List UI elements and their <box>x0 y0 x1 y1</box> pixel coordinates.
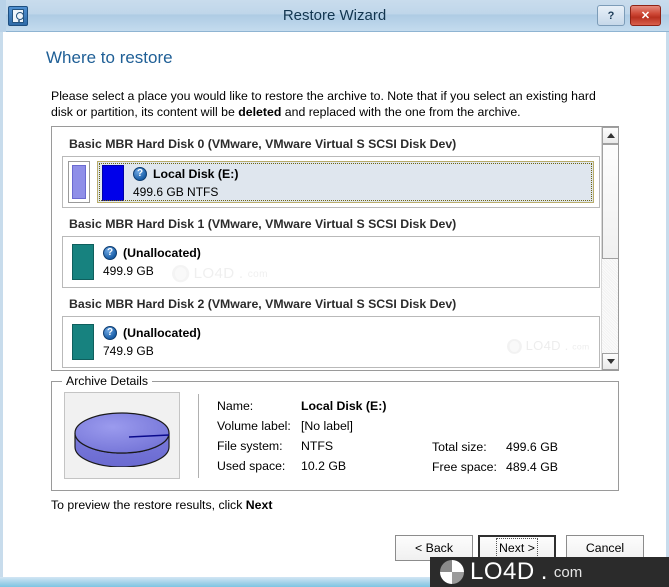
partition-name: (Unallocated) <box>123 246 201 260</box>
partition-name-row: ? Local Disk (E:) <box>133 165 589 183</box>
partition-color-swatch <box>102 165 124 201</box>
disk-mini-map <box>68 161 90 203</box>
partition-info: ? (Unallocated) 749.9 GB <box>103 324 590 360</box>
page-title: Where to restore <box>46 48 173 67</box>
disk-group: Basic MBR Hard Disk 2 (VMware, VMware Vi… <box>62 295 600 368</box>
archive-details-right-column: Total size: 499.6 GB Free space: 489.4 G… <box>432 437 558 477</box>
detail-value: 499.6 GB <box>506 440 558 454</box>
close-button[interactable]: ✕ <box>630 5 661 26</box>
info-icon: ? <box>103 246 117 260</box>
detail-value: 10.2 GB <box>301 459 347 473</box>
back-button-label: < Back <box>415 541 453 555</box>
disk-list[interactable]: Basic MBR Hard Disk 0 (VMware, VMware Vi… <box>51 126 619 371</box>
detail-label: File system: <box>217 439 283 453</box>
back-button[interactable]: < Back <box>395 535 473 561</box>
archive-details-legend: Archive Details <box>62 374 153 388</box>
detail-label: Used space: <box>217 459 286 473</box>
disk-box: ? Local Disk (E:) 499.6 GB NTFS <box>62 156 600 208</box>
partition-color-swatch <box>72 244 94 280</box>
detail-row-name: Name: Local Disk (E:) <box>217 396 386 416</box>
disk-caption: Basic MBR Hard Disk 2 (VMware, VMware Vi… <box>69 297 457 311</box>
detail-value: NTFS <box>301 439 334 453</box>
detail-row-volume-label: Volume label: [No label] <box>217 416 386 436</box>
partition-color-swatch <box>72 324 94 360</box>
disk-platter-image <box>64 392 180 479</box>
disk-group: Basic MBR Hard Disk 1 (VMware, VMware Vi… <box>62 215 600 288</box>
partition-info: ? (Unallocated) 499.9 GB <box>103 244 590 280</box>
intro-text-part2: and replaced with the one from the archi… <box>281 105 521 119</box>
detail-value: [No label] <box>301 419 353 433</box>
preview-hint: To preview the restore results, click Ne… <box>51 498 272 512</box>
vertical-scrollbar[interactable] <box>601 127 618 370</box>
detail-label: Total size: <box>432 440 487 454</box>
disk-group: Basic MBR Hard Disk 0 (VMware, VMware Vi… <box>62 135 600 208</box>
detail-label: Name: <box>217 399 254 413</box>
scroll-down-icon[interactable] <box>602 353 618 370</box>
partition-name: (Unallocated) <box>123 326 201 340</box>
window-title: Restore Wizard <box>282 7 387 24</box>
detail-value: 489.4 GB <box>506 460 558 474</box>
disk-platter-icon <box>74 412 170 467</box>
partition-row-unallocated-2[interactable]: ? (Unallocated) 749.9 GB <box>68 321 594 363</box>
disk-caption: Basic MBR Hard Disk 1 (VMware, VMware Vi… <box>69 217 457 231</box>
preview-hint-emphasis: Next <box>245 498 273 512</box>
intro-text: Please select a place you would like to … <box>51 88 621 120</box>
detail-row-free-space: Free space: 489.4 GB <box>432 457 558 477</box>
detail-row-total-size: Total size: 499.6 GB <box>432 437 558 457</box>
partition-name: Local Disk (E:) <box>153 167 239 181</box>
preview-hint-prefix: To preview the restore results, click <box>51 498 246 512</box>
scroll-up-icon[interactable] <box>602 127 618 144</box>
button-bar: < Back Next > Cancel <box>0 535 669 567</box>
intro-text-emphasis: deleted <box>238 105 282 119</box>
cancel-button-label: Cancel <box>585 541 625 555</box>
partition-name-row: ? (Unallocated) <box>103 324 590 342</box>
detail-label: Volume label: <box>217 419 291 433</box>
cancel-button[interactable]: Cancel <box>566 535 644 561</box>
partition-name-row: ? (Unallocated) <box>103 244 590 262</box>
partition-row-unallocated-1[interactable]: ? (Unallocated) 499.9 GB <box>68 241 594 283</box>
partition-size-fs: 499.9 GB <box>103 264 154 278</box>
info-icon: ? <box>103 326 117 340</box>
detail-row-file-system: File system: NTFS <box>217 436 386 456</box>
disk-box: ? (Unallocated) 749.9 GB <box>62 316 600 368</box>
restore-wizard-window: Restore Wizard ? ✕ Where to restore Plea… <box>0 0 669 587</box>
detail-value: Local Disk (E:) <box>301 399 387 413</box>
scrollbar-thumb[interactable] <box>602 144 618 259</box>
archive-details-left-column: Name: Local Disk (E:) Volume label: [No … <box>217 396 386 476</box>
partition-size-fs: 749.9 GB <box>103 344 154 358</box>
next-button-label: Next > <box>496 538 538 558</box>
title-bar: Restore Wizard ? ✕ <box>0 0 669 32</box>
detail-row-used-space: Used space: 10.2 GB <box>217 456 386 476</box>
disk-list-content: Basic MBR Hard Disk 0 (VMware, VMware Vi… <box>52 127 603 370</box>
disk-caption: Basic MBR Hard Disk 0 (VMware, VMware Vi… <box>69 137 457 151</box>
scrollbar-track[interactable] <box>602 144 618 353</box>
detail-label: Free space: <box>432 460 497 474</box>
partition-size-fs: 499.6 GB NTFS <box>133 185 219 199</box>
help-button[interactable]: ? <box>597 5 625 26</box>
next-button[interactable]: Next > <box>478 535 556 561</box>
partition-info: ? Local Disk (E:) 499.6 GB NTFS <box>133 165 589 199</box>
partition-row-local-disk-e[interactable]: ? Local Disk (E:) 499.6 GB NTFS <box>97 161 594 203</box>
window-bottom-edge <box>0 577 669 587</box>
archive-details-panel: Archive Details Name: Local Disk (E:) Vo… <box>51 374 619 491</box>
info-icon: ? <box>133 167 147 181</box>
disk-box: ? (Unallocated) 499.9 GB <box>62 236 600 288</box>
details-divider <box>198 394 199 478</box>
